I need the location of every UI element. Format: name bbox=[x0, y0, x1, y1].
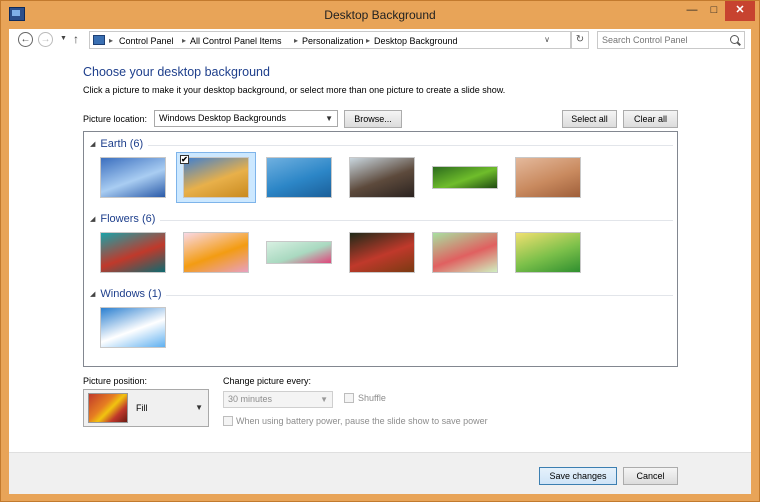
interval-value: 30 minutes bbox=[228, 394, 273, 404]
shuffle-checkbox[interactable] bbox=[344, 393, 354, 403]
breadcrumb-all-items[interactable]: All Control Panel Items bbox=[190, 36, 282, 46]
up-arrow-icon[interactable]: ↑ bbox=[73, 32, 79, 46]
refresh-icon[interactable]: ↻ bbox=[571, 31, 589, 49]
collapse-triangle-icon[interactable]: ◢ bbox=[90, 215, 95, 223]
wallpaper-thumbnail[interactable] bbox=[100, 232, 166, 273]
battery-pause-label[interactable]: When using battery power, pause the slid… bbox=[236, 416, 488, 426]
search-box[interactable] bbox=[597, 31, 745, 49]
close-button[interactable]: ✕ bbox=[725, 1, 755, 21]
picture-position-label: Picture position: bbox=[83, 376, 148, 386]
window-frame: Desktop Background — □ ✕ ← → ▼ ↑ ▸ Contr… bbox=[0, 0, 760, 502]
select-all-button[interactable]: Select all bbox=[562, 110, 617, 128]
group-divider bbox=[166, 295, 673, 296]
picture-location-select[interactable]: Windows Desktop Backgrounds ▼ bbox=[154, 110, 338, 127]
window-client: ← → ▼ ↑ ▸ Control Panel ▸ All Control Pa… bbox=[9, 29, 751, 494]
wallpaper-thumbnail[interactable] bbox=[349, 232, 415, 273]
page-description: Click a picture to make it your desktop … bbox=[83, 85, 506, 95]
group-header[interactable]: ◢ Earth (6) bbox=[90, 138, 143, 150]
minimize-button[interactable]: — bbox=[681, 1, 703, 21]
battery-pause-checkbox[interactable] bbox=[223, 416, 233, 426]
page-title: Choose your desktop background bbox=[83, 65, 270, 79]
wallpaper-thumbnail[interactable] bbox=[100, 307, 166, 348]
chevron-down-icon: ▼ bbox=[320, 395, 328, 404]
fill-preview-icon bbox=[88, 393, 128, 423]
control-panel-icon bbox=[93, 35, 105, 45]
group-name: Windows (1) bbox=[100, 288, 162, 300]
breadcrumb-chevron-icon[interactable]: ▸ bbox=[109, 36, 113, 45]
change-picture-label: Change picture every: bbox=[223, 376, 312, 386]
clear-all-button[interactable]: Clear all bbox=[623, 110, 678, 128]
wallpaper-thumbnail[interactable] bbox=[183, 232, 249, 273]
picture-position-dropdown[interactable]: Fill ▼ bbox=[83, 389, 209, 427]
maximize-button[interactable]: □ bbox=[703, 1, 725, 21]
shuffle-label[interactable]: Shuffle bbox=[358, 393, 386, 403]
checkmark-icon[interactable]: ✔ bbox=[180, 155, 189, 164]
save-changes-button[interactable]: Save changes bbox=[539, 467, 617, 485]
breadcrumb-chevron-icon[interactable]: ▸ bbox=[294, 36, 298, 45]
group-header[interactable]: ◢ Windows (1) bbox=[90, 288, 162, 300]
wallpaper-thumbnail[interactable] bbox=[183, 157, 249, 198]
group-divider bbox=[148, 145, 673, 146]
group-name: Earth (6) bbox=[100, 138, 144, 150]
back-arrow-icon[interactable]: ← bbox=[18, 32, 33, 47]
wallpaper-thumbnail[interactable] bbox=[266, 241, 332, 264]
chevron-down-icon: ▼ bbox=[195, 403, 203, 412]
breadcrumb-chevron-icon[interactable]: ▸ bbox=[366, 36, 370, 45]
address-dropdown-icon[interactable]: ∨ bbox=[544, 35, 550, 44]
chevron-down-icon: ▼ bbox=[325, 114, 333, 123]
picture-location-value: Windows Desktop Backgrounds bbox=[159, 113, 287, 123]
wallpaper-thumbnail[interactable] bbox=[349, 157, 415, 198]
cancel-button[interactable]: Cancel bbox=[623, 467, 678, 485]
wallpaper-thumbnail[interactable] bbox=[266, 157, 332, 198]
search-input[interactable] bbox=[602, 34, 722, 46]
window-title: Desktop Background bbox=[324, 8, 436, 22]
wallpaper-thumbnail[interactable] bbox=[515, 157, 581, 198]
breadcrumb-personalization[interactable]: Personalization bbox=[302, 36, 364, 46]
picture-position-value: Fill bbox=[136, 403, 148, 413]
wallpaper-thumbnail[interactable] bbox=[432, 232, 498, 273]
breadcrumb-control-panel[interactable]: Control Panel bbox=[119, 36, 174, 46]
address-bar[interactable]: ▸ Control Panel ▸ All Control Panel Item… bbox=[89, 31, 571, 49]
recent-locations-chevron-icon[interactable]: ▼ bbox=[60, 35, 67, 42]
wallpaper-thumbnail[interactable] bbox=[432, 166, 498, 189]
breadcrumb-desktop-background[interactable]: Desktop Background bbox=[374, 36, 458, 46]
browse-button[interactable]: Browse... bbox=[344, 110, 402, 128]
search-icon[interactable] bbox=[730, 35, 739, 44]
collapse-triangle-icon[interactable]: ◢ bbox=[90, 140, 95, 148]
footer-bar: Save changes Cancel bbox=[9, 452, 751, 494]
collapse-triangle-icon[interactable]: ◢ bbox=[90, 290, 95, 298]
group-divider bbox=[160, 220, 673, 221]
forward-arrow-icon[interactable]: → bbox=[38, 32, 53, 47]
group-name: Flowers (6) bbox=[100, 213, 156, 225]
picture-list[interactable]: ◢ Earth (6) ✔ ◢ Flowers (6) ◢ Windows (1) bbox=[83, 131, 678, 367]
title-bar[interactable]: Desktop Background — □ ✕ bbox=[1, 1, 759, 29]
group-header[interactable]: ◢ Flowers (6) bbox=[90, 213, 155, 225]
wallpaper-thumbnail[interactable] bbox=[515, 232, 581, 273]
breadcrumb-chevron-icon[interactable]: ▸ bbox=[182, 36, 186, 45]
navigation-bar: ← → ▼ ↑ ▸ Control Panel ▸ All Control Pa… bbox=[9, 29, 751, 53]
wallpaper-thumbnail[interactable] bbox=[100, 157, 166, 198]
interval-select[interactable]: 30 minutes ▼ bbox=[223, 391, 333, 408]
picture-location-label: Picture location: bbox=[83, 114, 148, 124]
